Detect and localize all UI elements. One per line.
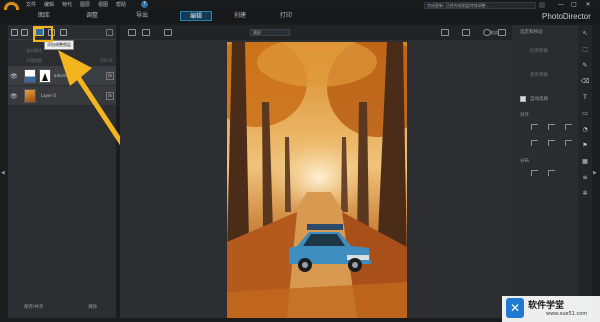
watermark-url: www.xue51.com (546, 311, 588, 317)
effects-tool-icon[interactable]: ✲ (581, 190, 589, 198)
site-watermark: ✕ 软件学堂 www.xue51.com (502, 296, 600, 322)
compare-view-icon[interactable] (128, 29, 136, 36)
align-middle-icon[interactable] (548, 140, 555, 146)
align-top-icon[interactable] (531, 140, 538, 146)
auto-select-label: 自动选择 (530, 97, 548, 102)
select-move-title: 选定和移动 (520, 30, 543, 35)
select-tool-icon[interactable]: ⬚ (581, 46, 589, 54)
eraser-tool-icon[interactable]: ⌫ (581, 78, 589, 86)
watermark-title: 软件学堂 (528, 301, 565, 311)
align-label: 对齐 (520, 113, 529, 118)
distribute-horizontal-icon[interactable] (531, 170, 538, 176)
grid-icon[interactable] (164, 29, 172, 36)
zoom-select[interactable]: 满屏 (250, 29, 290, 36)
fill-tool-icon[interactable]: ◔ (581, 126, 589, 134)
single-view-icon[interactable] (142, 29, 150, 36)
brush-tool-icon[interactable]: ✎ (581, 62, 589, 70)
align-right-icon[interactable] (565, 124, 572, 130)
align-center-icon[interactable] (548, 124, 555, 130)
canvas-toolbar: 缩放: (120, 25, 512, 40)
crop-icon[interactable] (441, 29, 449, 36)
scale-transform-item[interactable]: 比例转换 (530, 48, 548, 54)
collapse-right-icon[interactable]: ▶ (593, 170, 597, 176)
text-tool-icon[interactable]: T (581, 94, 589, 102)
distribute-label: 分布 (520, 159, 529, 164)
watermark-logo: ✕ (506, 298, 524, 318)
align-bottom-icon[interactable] (565, 140, 572, 146)
autumn-road-image (227, 42, 407, 318)
adjust-tool-icon[interactable]: ≡ (581, 174, 589, 182)
photo-canvas[interactable] (227, 42, 407, 318)
pattern-tool-icon[interactable]: ▦ (581, 158, 589, 166)
shape-tool-icon[interactable]: ▭ (581, 110, 589, 118)
move-tool-icon[interactable]: ↖ (581, 30, 589, 38)
rotate-icon[interactable] (462, 29, 470, 36)
align-left-icon[interactable] (531, 124, 538, 130)
warp-transform-item[interactable]: 变形转换 (530, 72, 548, 78)
hand-icon[interactable] (498, 29, 506, 36)
distribute-vertical-icon[interactable] (548, 170, 555, 176)
zoom-icon[interactable] (483, 29, 491, 36)
stamp-tool-icon[interactable]: ⚑ (581, 142, 589, 150)
auto-select-checkbox[interactable] (520, 96, 526, 102)
properties-panel (512, 25, 578, 318)
